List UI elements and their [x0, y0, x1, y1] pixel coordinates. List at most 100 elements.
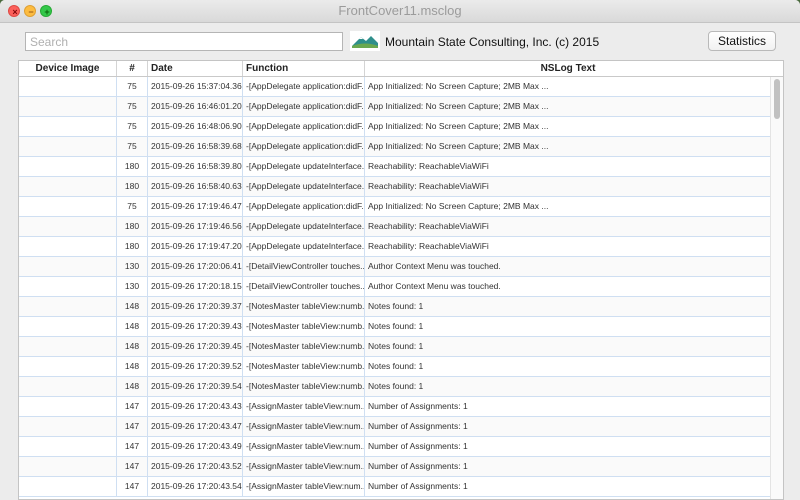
- number-cell: 75: [117, 137, 148, 156]
- device-image-cell: [19, 217, 117, 236]
- table-row[interactable]: 147 2015-09-26 17:20:43.529 -[AssignMaster…: [19, 457, 771, 477]
- table-row[interactable]: 75 2015-09-26 16:48:06.908 -[AppDelegate a…: [19, 117, 771, 137]
- device-image-cell: [19, 117, 117, 136]
- nslog-text-cell: App Initialized: No Screen Capture; 2MB …: [368, 101, 549, 111]
- table-row[interactable]: 180 2015-09-26 16:58:39.802 -[AppDelegate …: [19, 157, 771, 177]
- nslog-text-cell: App Initialized: No Screen Capture; 2MB …: [368, 201, 549, 211]
- device-image-cell: [19, 417, 117, 436]
- function-cell: -[NotesMaster tableView:numb...: [243, 317, 365, 336]
- table-row[interactable]: 147 2015-09-26 17:20:43.475 -[AssignMaster…: [19, 417, 771, 437]
- header-nslog-text[interactable]: NSLog Text: [365, 61, 771, 76]
- table-row[interactable]: 148 2015-09-26 17:20:39.434 -[NotesMaster …: [19, 317, 771, 337]
- app-window: × − + FrontCover11.msclog Mountain State…: [0, 0, 800, 500]
- table-row[interactable]: 130 2015-09-26 17:20:18.154 -[DetailViewCo…: [19, 277, 771, 297]
- date-cell: 2015-09-26 17:20:43.529: [148, 457, 243, 476]
- device-image-cell: [19, 377, 117, 396]
- function-cell: -[NotesMaster tableView:numb...: [243, 337, 365, 356]
- device-image-cell: [19, 397, 117, 416]
- date-cell: 2015-09-26 16:46:01.201: [148, 97, 243, 116]
- device-image-cell: [19, 77, 117, 96]
- nslog-text-cell: App Initialized: No Screen Capture; 2MB …: [368, 141, 549, 151]
- number-cell: 148: [117, 337, 148, 356]
- device-image-cell: [19, 237, 117, 256]
- nslog-text-cell: Number of Assignments: 1: [368, 421, 468, 431]
- function-cell: -[AppDelegate application:didF...: [243, 97, 365, 116]
- device-image-cell: [19, 457, 117, 476]
- device-image-cell: [19, 97, 117, 116]
- date-cell: 2015-09-26 17:20:43.475: [148, 417, 243, 436]
- number-cell: 130: [117, 257, 148, 276]
- function-cell: -[DetailViewController touches...: [243, 277, 365, 296]
- device-image-cell: [19, 157, 117, 176]
- table-row[interactable]: 180 2015-09-26 17:19:46.566 -[AppDelegate …: [19, 217, 771, 237]
- date-cell: 2015-09-26 17:20:39.434: [148, 317, 243, 336]
- device-image-cell: [19, 357, 117, 376]
- number-cell: 147: [117, 417, 148, 436]
- function-cell: -[NotesMaster tableView:numb...: [243, 377, 365, 396]
- number-cell: 148: [117, 377, 148, 396]
- statistics-button[interactable]: Statistics: [708, 31, 776, 51]
- nslog-text-cell: Notes found: 1: [368, 341, 424, 351]
- table-row[interactable]: 148 2015-09-26 17:20:39.459 -[NotesMaster …: [19, 337, 771, 357]
- nslog-text-cell: Reachability: ReachableViaWiFi: [368, 161, 489, 171]
- table-row[interactable]: 75 2015-09-26 17:19:46.470 -[AppDelegate a…: [19, 197, 771, 217]
- date-cell: 2015-09-26 17:20:39.378: [148, 297, 243, 316]
- table-row[interactable]: 75 2015-09-26 16:46:01.201 -[AppDelegate a…: [19, 97, 771, 117]
- number-cell: 180: [117, 237, 148, 256]
- table-header: Device Image # Date Function NSLog Text: [19, 61, 783, 77]
- table-row[interactable]: 75 2015-09-26 16:58:39.680 -[AppDelegate a…: [19, 137, 771, 157]
- nslog-text-cell: Reachability: ReachableViaWiFi: [368, 241, 489, 251]
- window-title: FrontCover11.msclog: [338, 3, 462, 18]
- log-table[interactable]: Device Image # Date Function NSLog Text …: [18, 60, 784, 500]
- date-cell: 2015-09-26 17:19:46.566: [148, 217, 243, 236]
- table-row[interactable]: 75 2015-09-26 15:37:04.362 -[AppDelegate a…: [19, 77, 771, 97]
- nslog-text-cell: Author Context Menu was touched.: [368, 261, 501, 271]
- number-cell: 75: [117, 97, 148, 116]
- date-cell: 2015-09-26 17:20:43.545: [148, 477, 243, 496]
- table-row[interactable]: 130 2015-09-26 17:20:06.414 -[DetailViewCo…: [19, 257, 771, 277]
- vertical-scrollbar[interactable]: [770, 77, 783, 499]
- number-cell: 147: [117, 457, 148, 476]
- function-cell: -[AppDelegate application:didF...: [243, 197, 365, 216]
- nslog-text-cell: Number of Assignments: 1: [368, 481, 468, 491]
- function-cell: -[NotesMaster tableView:numb...: [243, 357, 365, 376]
- title-bar[interactable]: × − + FrontCover11.msclog: [0, 0, 800, 23]
- nslog-text-cell: Notes found: 1: [368, 321, 424, 331]
- function-cell: -[AssignMaster tableView:num...: [243, 477, 365, 496]
- date-cell: 2015-09-26 15:37:04.362: [148, 77, 243, 96]
- function-cell: -[AssignMaster tableView:num...: [243, 457, 365, 476]
- nslog-text-cell: Reachability: ReachableViaWiFi: [368, 181, 489, 191]
- scroll-thumb[interactable]: [774, 79, 780, 119]
- date-cell: 2015-09-26 17:20:43.495: [148, 437, 243, 456]
- number-cell: 180: [117, 157, 148, 176]
- number-cell: 147: [117, 477, 148, 496]
- date-cell: 2015-09-26 17:19:46.470: [148, 197, 243, 216]
- date-cell: 2015-09-26 17:19:47.206: [148, 237, 243, 256]
- table-row[interactable]: 180 2015-09-26 17:19:47.206 -[AppDelegate …: [19, 237, 771, 257]
- function-cell: -[AssignMaster tableView:num...: [243, 397, 365, 416]
- header-date[interactable]: Date: [148, 61, 243, 76]
- table-row[interactable]: 148 2015-09-26 17:20:39.378 -[NotesMaster …: [19, 297, 771, 317]
- header-number[interactable]: #: [117, 61, 148, 76]
- header-function[interactable]: Function: [243, 61, 365, 76]
- table-row[interactable]: 148 2015-09-26 17:20:39.523 -[NotesMaster …: [19, 357, 771, 377]
- device-image-cell: [19, 177, 117, 196]
- header-device-image[interactable]: Device Image: [19, 61, 117, 76]
- function-cell: -[AppDelegate application:didF...: [243, 117, 365, 136]
- number-cell: 130: [117, 277, 148, 296]
- date-cell: 2015-09-26 16:58:39.680: [148, 137, 243, 156]
- date-cell: 2015-09-26 16:58:39.802: [148, 157, 243, 176]
- table-row[interactable]: 147 2015-09-26 17:20:43.434 -[AssignMaster…: [19, 397, 771, 417]
- table-row[interactable]: 180 2015-09-26 16:58:40.634 -[AppDelegate …: [19, 177, 771, 197]
- table-row[interactable]: 148 2015-09-26 17:20:39.548 -[NotesMaster …: [19, 377, 771, 397]
- date-cell: 2015-09-26 16:48:06.908: [148, 117, 243, 136]
- table-row[interactable]: 147 2015-09-26 17:20:43.495 -[AssignMaster…: [19, 437, 771, 457]
- search-input[interactable]: [25, 32, 343, 51]
- nslog-text-cell: App Initialized: No Screen Capture; 2MB …: [368, 81, 549, 91]
- date-cell: 2015-09-26 17:20:06.414: [148, 257, 243, 276]
- date-cell: 2015-09-26 17:20:18.154: [148, 277, 243, 296]
- date-cell: 2015-09-26 17:20:43.434: [148, 397, 243, 416]
- number-cell: 148: [117, 357, 148, 376]
- function-cell: -[AppDelegate application:didF...: [243, 137, 365, 156]
- table-row[interactable]: 147 2015-09-26 17:20:43.545 -[AssignMaster…: [19, 477, 771, 497]
